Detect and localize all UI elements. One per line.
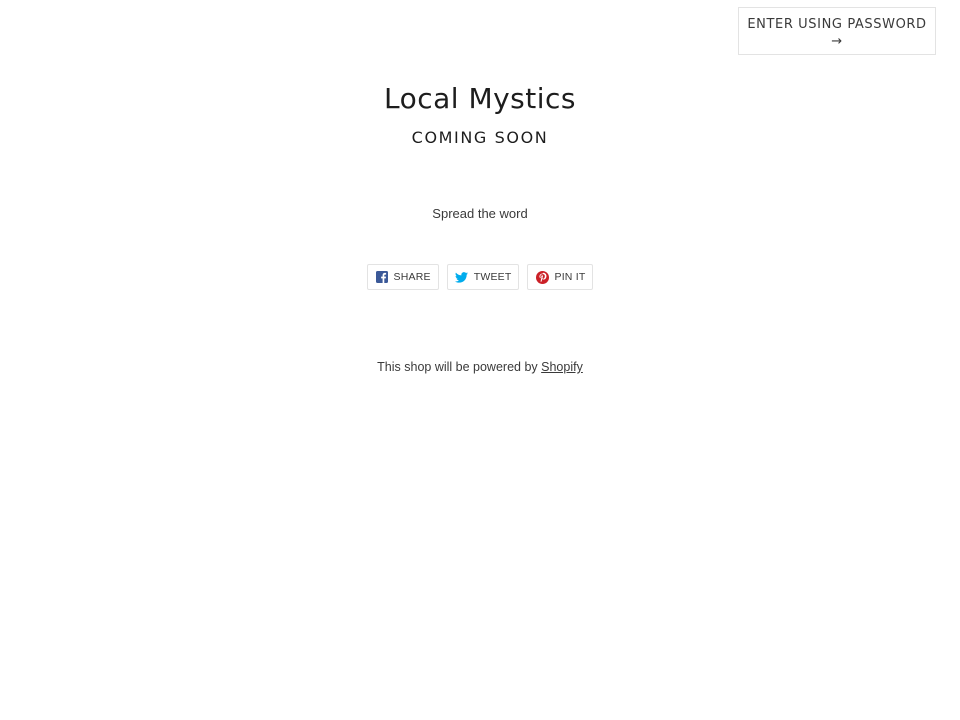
shop-title: Local Mystics bbox=[383, 82, 577, 115]
coming-soon-heading: COMING SOON bbox=[411, 128, 549, 147]
powered-by-label: This shop will be powered by bbox=[377, 360, 538, 374]
spread-the-word-text: Spread the word bbox=[432, 206, 528, 221]
twitter-icon bbox=[455, 270, 469, 284]
powered-by-text: This shop will be powered by Shopify bbox=[0, 360, 960, 374]
social-sharing: SHARE TWEET PIN IT bbox=[0, 264, 960, 290]
facebook-icon bbox=[375, 270, 389, 284]
share-label: SHARE bbox=[393, 271, 431, 283]
enter-password-label: ENTER USING PASSWORD bbox=[747, 17, 927, 32]
page-header: Local Mystics COMING SOON bbox=[0, 80, 960, 158]
shopify-link[interactable]: Shopify bbox=[541, 360, 583, 374]
share-twitter-button[interactable]: TWEET bbox=[446, 264, 520, 290]
pinterest-icon bbox=[535, 270, 549, 284]
pin-it-label: PIN IT bbox=[554, 271, 586, 283]
share-facebook-button[interactable]: SHARE bbox=[366, 264, 439, 290]
enter-password-button[interactable]: ENTER USING PASSWORD → bbox=[738, 7, 936, 55]
password-page: ENTER USING PASSWORD → Local Mystics COM… bbox=[0, 0, 960, 720]
tweet-label: TWEET bbox=[473, 271, 512, 283]
arrow-right-icon: → bbox=[831, 34, 843, 49]
share-pinterest-button[interactable]: PIN IT bbox=[527, 264, 594, 290]
